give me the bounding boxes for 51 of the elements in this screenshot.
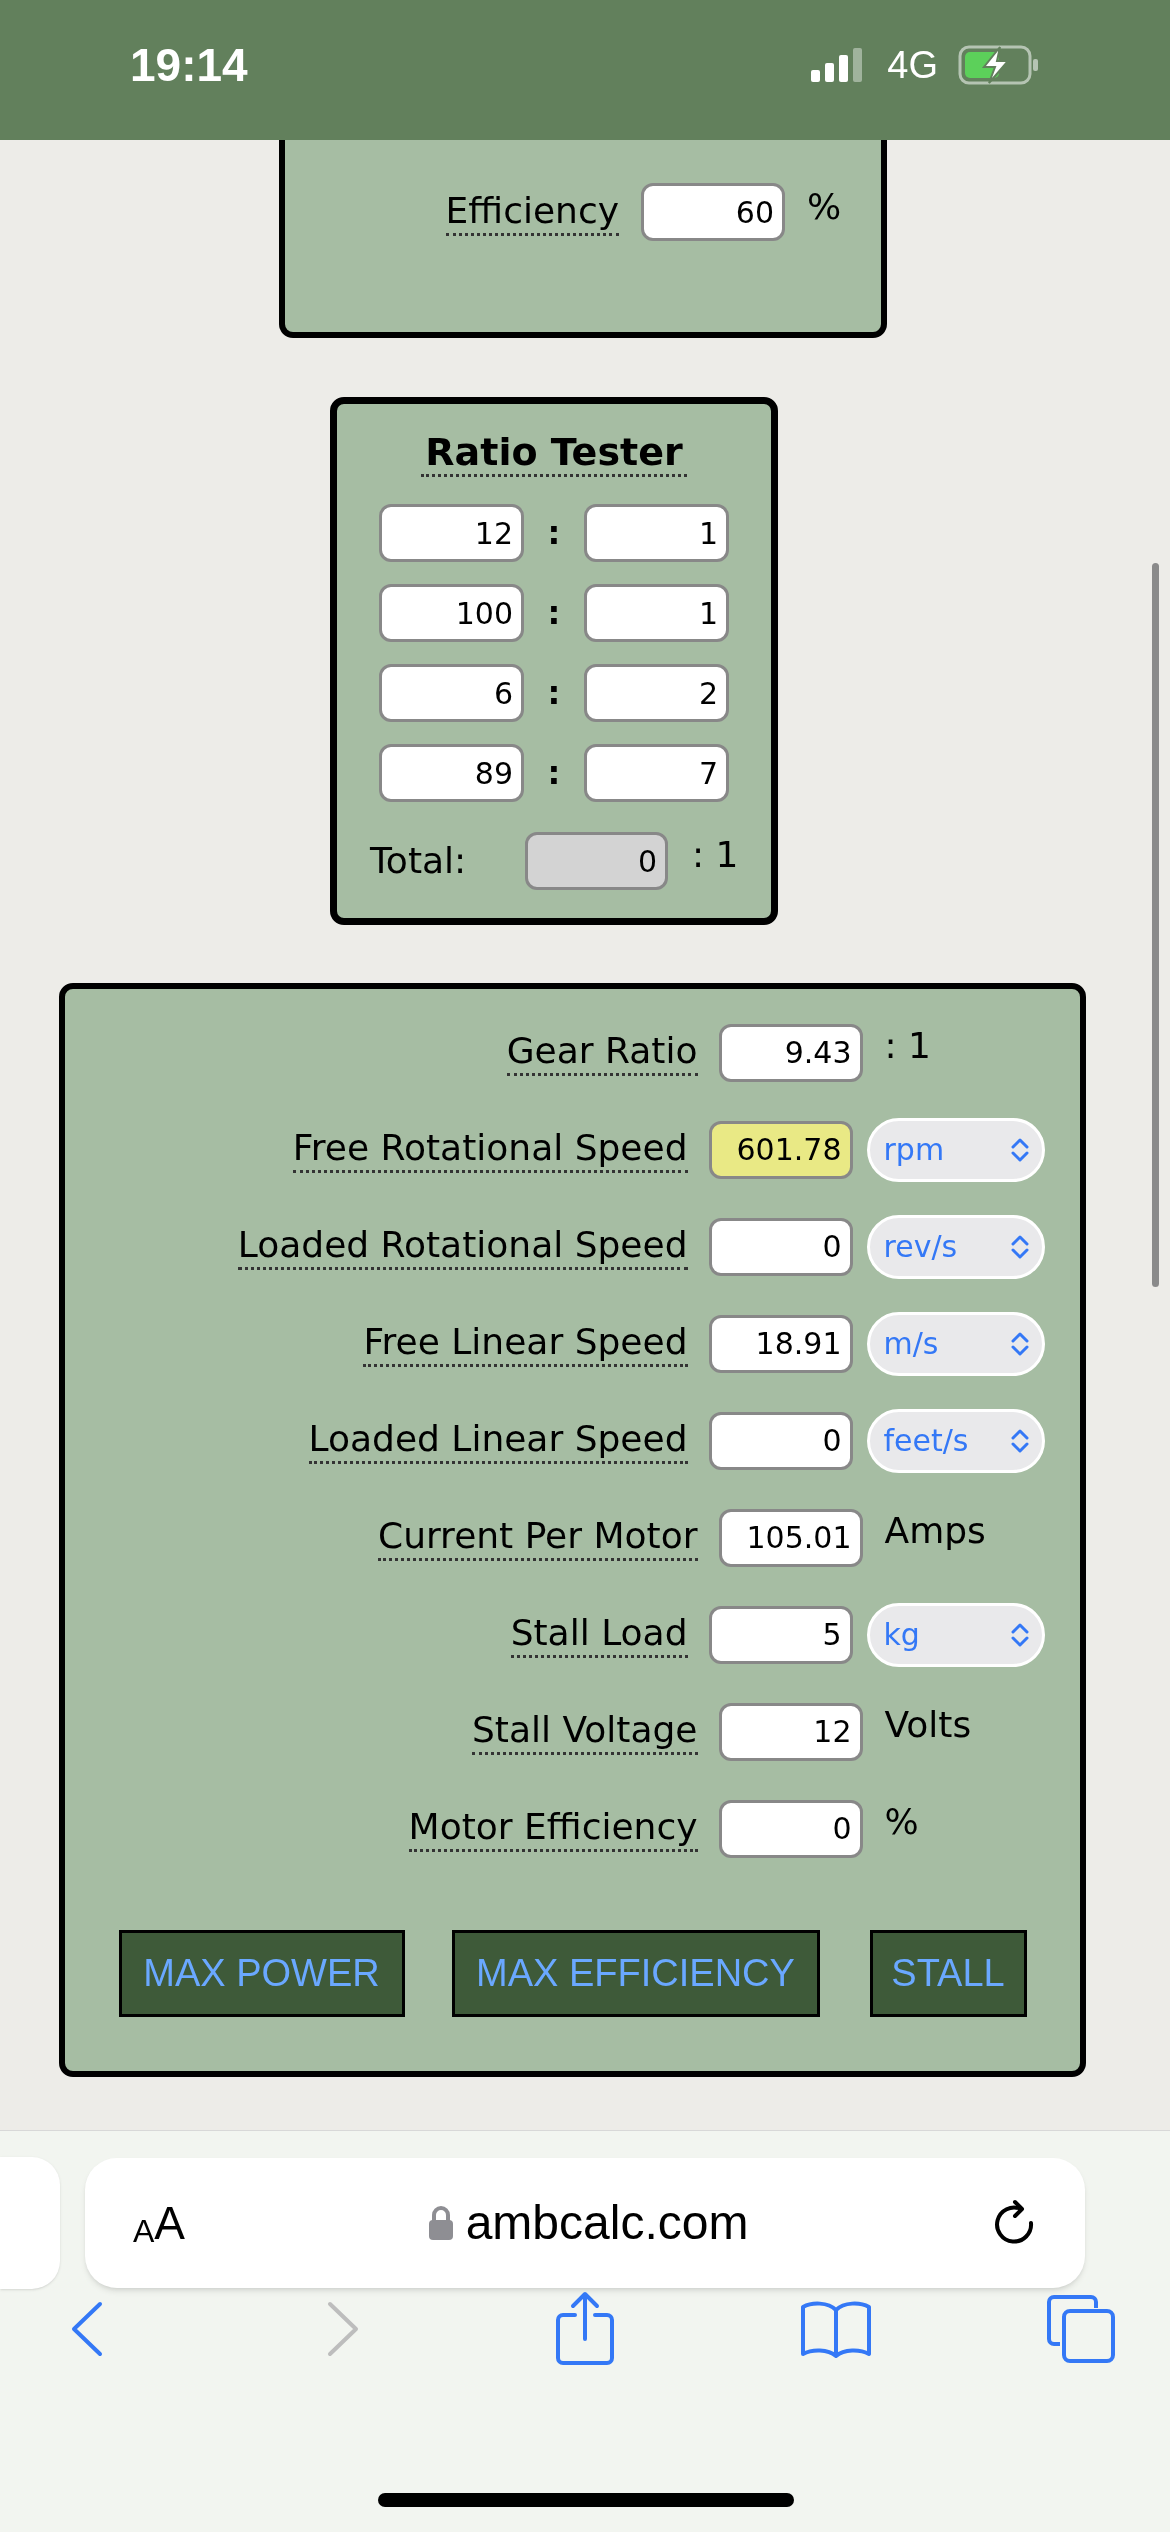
ratio-input-field[interactable]: 12 (379, 504, 524, 562)
colon-separator: : (546, 673, 562, 714)
share-icon[interactable] (555, 2291, 615, 2367)
field-label: Loaded Linear Speed (308, 1417, 688, 1464)
field-label: Free Linear Speed (363, 1320, 688, 1367)
unit-label: % (884, 1799, 919, 1844)
number-field[interactable]: 5 (708, 1605, 853, 1664)
ratio-input-field[interactable]: 2 (584, 664, 729, 722)
ratio-input-field[interactable]: 1 (584, 584, 729, 642)
unit-label: : 1 (884, 1023, 931, 1068)
signal-icon (811, 48, 864, 82)
ratio-input-field[interactable]: 7 (584, 744, 729, 802)
url-text[interactable]: ambcalc.com (465, 2187, 749, 2259)
ratio-input-field[interactable]: 89 (379, 744, 524, 802)
ratio-input-field[interactable]: 6 (379, 664, 524, 722)
colon-separator: : (546, 753, 562, 794)
panel-title: Ratio Tester (421, 430, 687, 477)
tabs-icon[interactable] (1046, 2294, 1116, 2364)
network-type: 4G (887, 42, 938, 88)
number-field[interactable]: 601.78 (708, 1120, 853, 1179)
battery-charging-icon (958, 45, 1040, 85)
field-label: Stall Voltage (472, 1708, 698, 1755)
number-field[interactable]: 105.01 (718, 1508, 863, 1567)
total-output-field[interactable]: 0 (525, 832, 668, 890)
number-field[interactable]: 18.91 (708, 1314, 853, 1373)
colon-separator: : (546, 513, 562, 554)
field-label: Gear Ratio (506, 1029, 698, 1076)
unit-label: % (807, 185, 842, 229)
total-label: Total: (370, 839, 468, 883)
field-label: Stall Load (510, 1611, 688, 1658)
clock-time: 19:14 (130, 37, 248, 93)
number-field[interactable]: 0 (708, 1217, 853, 1276)
number-field[interactable]: 0 (708, 1411, 853, 1470)
field-label: Loaded Rotational Speed (237, 1223, 688, 1270)
ratio-suffix: : 1 (692, 833, 739, 877)
number-field[interactable]: 0 (718, 1799, 863, 1858)
field-label: Current Per Motor (378, 1514, 698, 1561)
ratio-input-field[interactable]: 1 (584, 504, 729, 562)
text-size-button[interactable]: AA (133, 2188, 186, 2258)
field-label: Free Rotational Speed (292, 1126, 688, 1173)
number-field[interactable]: 60 (641, 183, 785, 241)
back-icon[interactable] (70, 2301, 104, 2357)
field-label: Efficiency (445, 188, 619, 236)
unit-label: Volts (884, 1702, 972, 1747)
number-field[interactable]: 9.43 (718, 1023, 863, 1082)
lock-icon (427, 2205, 454, 2241)
field-label: Motor Efficiency (408, 1805, 698, 1852)
ratio-input-field[interactable]: 100 (379, 584, 524, 642)
colon-separator: : (546, 593, 562, 634)
unit-label: Amps (884, 1508, 986, 1553)
number-field[interactable]: 12 (718, 1702, 863, 1761)
